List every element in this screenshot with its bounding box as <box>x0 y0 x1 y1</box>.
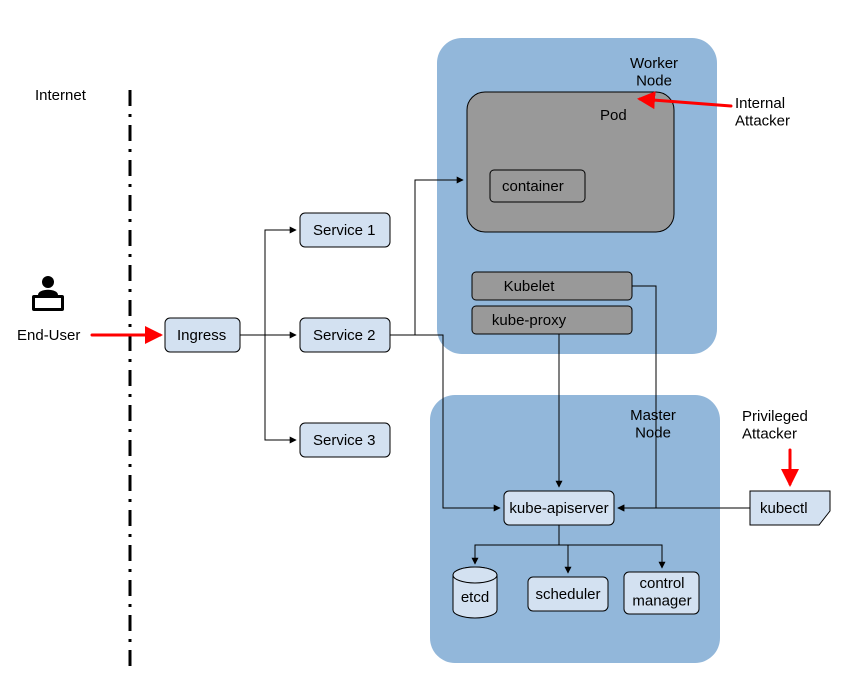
master-node-container <box>430 395 720 663</box>
kube-apiserver-label: kube-apiserver <box>509 500 608 517</box>
edge-ingress-service1 <box>240 230 296 335</box>
end-user-label: End-User <box>17 327 80 344</box>
pod-box <box>467 92 674 232</box>
service1-label: Service 1 <box>313 222 376 239</box>
end-user-icon <box>32 276 64 311</box>
kubectl-label: kubectl <box>760 500 808 517</box>
worker-node-title-l1: WorkerNode <box>630 55 678 89</box>
internal-attacker-label: InternalAttacker <box>735 95 790 129</box>
service2-label: Service 2 <box>313 327 376 344</box>
pod-label: Pod <box>600 107 627 124</box>
edge-ingress-service3 <box>240 335 296 440</box>
control-manager-label: controlmanager <box>632 575 691 609</box>
container-label: container <box>502 178 564 195</box>
ingress-label: Ingress <box>177 327 226 344</box>
privileged-attacker-label: PrivilegedAttacker <box>742 408 808 442</box>
service3-label: Service 3 <box>313 432 376 449</box>
scheduler-label: scheduler <box>535 586 600 603</box>
kubelet-label: Kubelet <box>504 278 556 295</box>
architecture-diagram: Internet End-User Ingress Service 1 Serv… <box>0 0 858 691</box>
master-node-title: MasterNode <box>630 407 676 441</box>
internet-label: Internet <box>35 87 87 104</box>
kubeproxy-label: kube-proxy <box>492 312 567 329</box>
etcd-label: etcd <box>461 589 489 606</box>
